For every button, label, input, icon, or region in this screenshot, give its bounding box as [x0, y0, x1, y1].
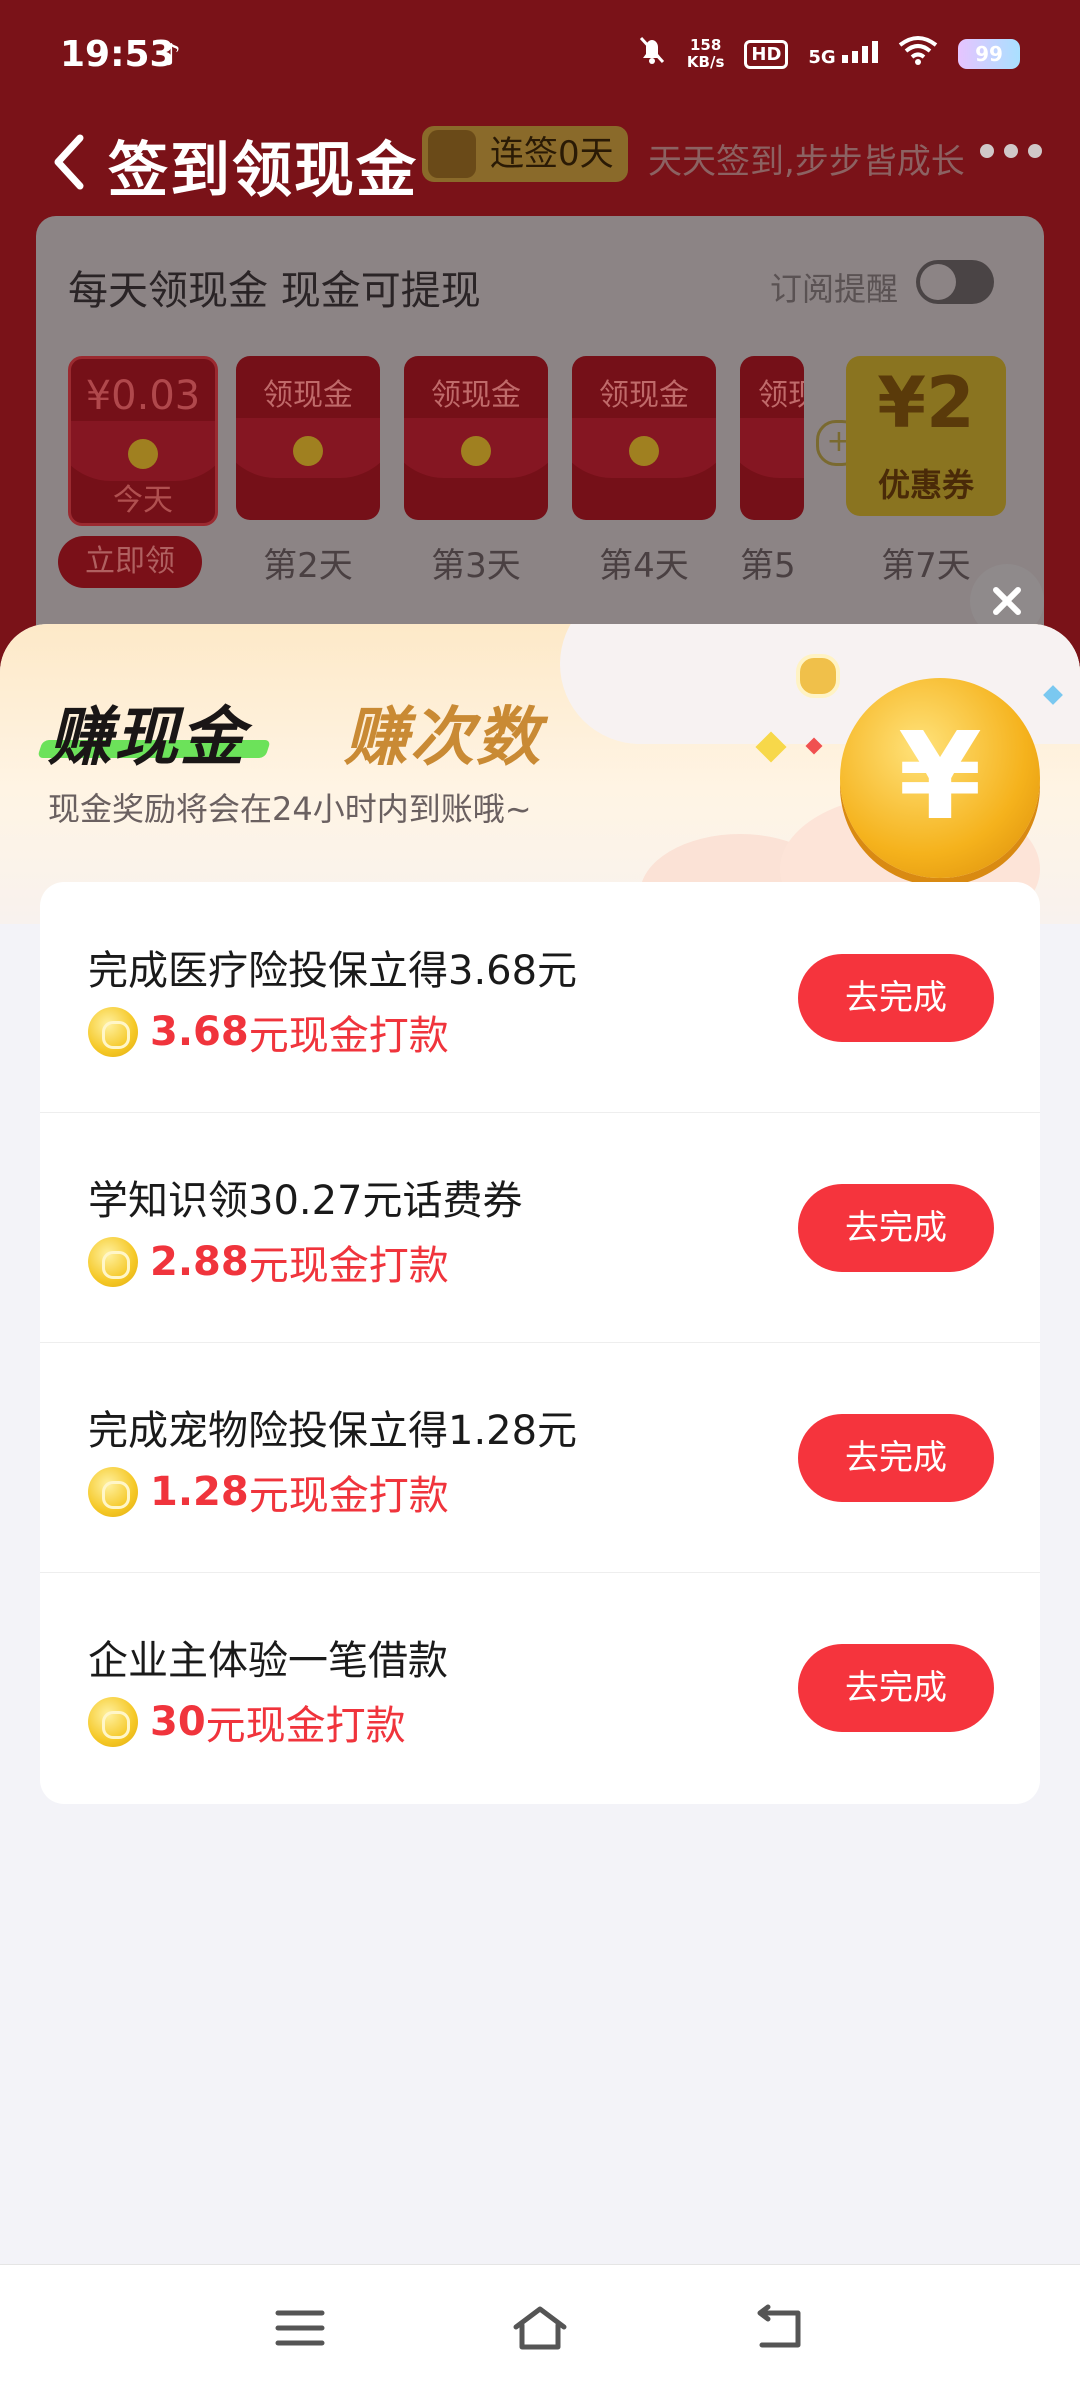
network-speed: 158 KB/s [687, 37, 724, 71]
streak-label: 连签0天 [490, 134, 614, 174]
claim-now-button[interactable]: 立即领 [58, 536, 202, 588]
reward-amount: 3.68 [150, 1009, 249, 1055]
sparkle-icon [1043, 685, 1063, 705]
subscribe-toggle[interactable] [916, 260, 994, 304]
home-icon[interactable] [510, 2303, 570, 2353]
coin-icon [88, 1237, 138, 1287]
red-packet-seal-icon [629, 436, 659, 466]
day-label: 第2天 [263, 546, 353, 586]
task-list: 完成医疗险投保立得3.68元 3.68 元现金打款 去完成 学知识领30.27元… [40, 882, 1040, 1804]
network-speed-value: 158 [690, 36, 722, 54]
system-nav-bar [0, 2264, 1080, 2389]
coin-icon [88, 1007, 138, 1057]
sheet-subtitle: 现金奖励将会在24小时内到账哦~ [48, 790, 532, 828]
day-label: 第3天 [431, 546, 521, 586]
network-speed-unit: KB/s [686, 53, 725, 71]
task-item: 学知识领30.27元话费券 2.88 元现金打款 去完成 [40, 1112, 1040, 1343]
red-packet-seal-icon [293, 436, 323, 466]
day-tile-4[interactable]: 领现金 [572, 356, 716, 520]
red-packet-seal-icon [461, 436, 491, 466]
bell-muted-icon [637, 34, 667, 74]
status-icons: 158 KB/s HD 5G 99 [637, 34, 1020, 74]
background-page: 19:53 ♪ 158 KB/s HD 5G 99 签到领现金 连签0天 天天签… [0, 0, 1080, 720]
status-bar: 19:53 ♪ 158 KB/s HD 5G 99 [0, 0, 1080, 110]
day-tile-label: 领现金 [263, 378, 353, 413]
day-tile-5[interactable]: 领现 [740, 356, 804, 520]
back-icon[interactable] [750, 2303, 810, 2353]
sparkle-icon [755, 731, 787, 763]
menu-icon[interactable] [270, 2303, 330, 2353]
nav-bar: 签到领现金 连签0天 天天签到,步步皆成长 [0, 110, 1080, 230]
tasks-popup-sheet: ¥ 赚现金 赚次数 现金奖励将会在24小时内到账哦~ 完成医疗险投保立得3.68… [0, 624, 1080, 2264]
day-label: 第4天 [599, 546, 689, 586]
more-dots-icon[interactable] [980, 136, 1050, 166]
signal-icon: 5G [808, 40, 878, 68]
task-title: 学知识领30.27元话费券 [88, 1178, 523, 1224]
coupon-tile[interactable]: ¥2 优惠券 [846, 356, 1006, 516]
day-tile-label: 领现金 [599, 378, 689, 413]
go-complete-button[interactable]: 去完成 [798, 1414, 994, 1502]
red-packet-seal-icon [128, 439, 158, 469]
back-arrow-icon[interactable] [44, 126, 104, 198]
wifi-icon [898, 35, 938, 73]
hd-icon: HD [744, 39, 789, 69]
reward-text: 元现金打款 [248, 1243, 449, 1289]
coupon-label: 优惠券 [877, 466, 974, 504]
task-item: 完成医疗险投保立得3.68元 3.68 元现金打款 去完成 [40, 882, 1040, 1113]
day-tile-label: 领现金 [431, 378, 521, 413]
reward-amount: 1.28 [150, 1469, 249, 1515]
task-reward: 30 元现金打款 [88, 1694, 406, 1750]
reward-amount: 30 [150, 1699, 206, 1745]
reward-text: 元现金打款 [205, 1703, 406, 1749]
sparkle-icon [805, 737, 823, 755]
reward-amount: 2.88 [150, 1239, 249, 1285]
task-reward: 1.28 元现金打款 [88, 1464, 449, 1520]
task-title: 企业主体验一笔借款 [88, 1638, 448, 1684]
status-time: 19:53 [60, 34, 175, 75]
go-complete-button[interactable]: 去完成 [798, 1644, 994, 1732]
go-complete-button[interactable]: 去完成 [798, 1184, 994, 1272]
page-title: 签到领现金 [108, 136, 418, 206]
day-label: 第5 [740, 546, 796, 586]
day-tile-1[interactable]: ¥0.03 今天 [68, 356, 218, 526]
task-reward: 2.88 元现金打款 [88, 1234, 449, 1290]
coin-icon [88, 1467, 138, 1517]
tab-earn-count[interactable]: 赚次数 [344, 686, 542, 778]
day-tile-label: 领现 [758, 378, 804, 413]
subscribe-label: 订阅提醒 [770, 270, 899, 308]
reward-text: 元现金打款 [248, 1013, 449, 1059]
small-coin-icon [796, 654, 840, 698]
yen-coin-icon: ¥ [840, 678, 1040, 878]
coupon-value: ¥2 [877, 362, 975, 444]
tab-earn-cash[interactable]: 赚现金 [48, 686, 246, 778]
day-tile-today-label: 今天 [113, 483, 173, 518]
music-note-icon: ♪ [162, 38, 182, 73]
streak-cube-icon [428, 130, 476, 178]
task-item: 企业主体验一笔借款 30 元现金打款 去完成 [40, 1572, 1040, 1802]
coin-icon [88, 1697, 138, 1747]
task-reward: 3.68 元现金打款 [88, 1004, 449, 1060]
sheet-header: ¥ 赚现金 赚次数 现金奖励将会在24小时内到账哦~ [0, 624, 1080, 954]
task-title: 完成医疗险投保立得3.68元 [88, 948, 578, 994]
go-complete-button[interactable]: 去完成 [798, 954, 994, 1042]
task-item: 完成宠物险投保立得1.28元 1.28 元现金打款 去完成 [40, 1342, 1040, 1573]
network-type: 5G [808, 46, 836, 68]
checkin-card-title: 每天领现金 现金可提现 [68, 268, 481, 314]
reward-text: 元现金打款 [248, 1473, 449, 1519]
battery-icon: 99 [958, 39, 1020, 69]
day-tile-amount: ¥0.03 [85, 373, 201, 419]
streak-badge: 连签0天 [422, 126, 628, 182]
task-title: 完成宠物险投保立得1.28元 [88, 1408, 578, 1454]
day-tile-3[interactable]: 领现金 [404, 356, 548, 520]
nav-slogan: 天天签到,步步皆成长 [648, 142, 965, 182]
day-tile-2[interactable]: 领现金 [236, 356, 380, 520]
